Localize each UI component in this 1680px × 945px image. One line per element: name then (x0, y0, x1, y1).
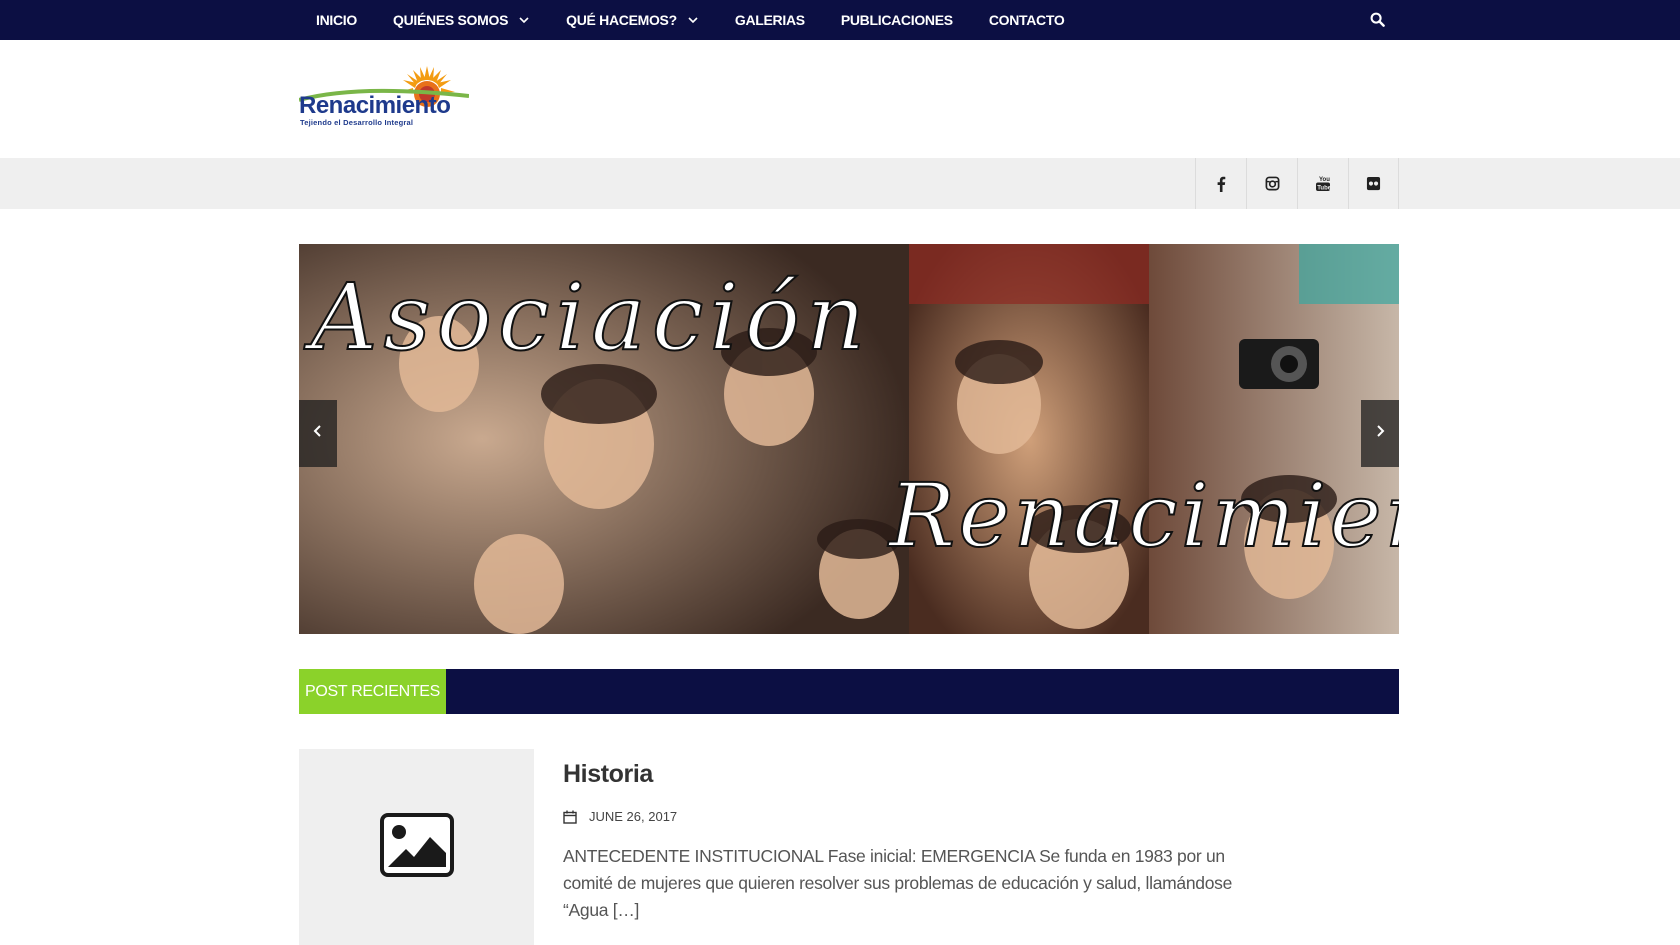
top-navigation-bar: INICIO QUIÉNES SOMOS QUÉ HACEMOS? GALERI… (0, 0, 1680, 40)
logo-text: Renacimiento (299, 92, 451, 119)
main-menu: INICIO QUIÉNES SOMOS QUÉ HACEMOS? GALERI… (299, 0, 1100, 40)
slider-title-line-2: Renacimiento (888, 463, 1399, 568)
youtube-icon[interactable]: You Tube (1297, 158, 1348, 209)
nav-item-label: CONTACTO (988, 12, 1065, 28)
nav-item-label: GALERIAS (734, 12, 805, 28)
slider-title-line-1: Asociación (310, 263, 872, 372)
post-date-text: JUNE 26, 2017 (589, 809, 678, 824)
hero-slider[interactable]: Asociación Renacimiento (299, 244, 1399, 634)
facebook-icon[interactable] (1195, 158, 1246, 209)
search-icon[interactable] (1366, 8, 1388, 30)
nav-item-label: INICIO (316, 12, 357, 28)
nav-item-publicaciones[interactable]: PUBLICACIONES (841, 12, 953, 28)
nav-item-label: QUIÉNES SOMOS (392, 12, 509, 28)
social-bar: You Tube (0, 158, 1680, 209)
recent-posts-header: POST RECIENTES (299, 669, 1399, 714)
post-date: JUNE 26, 2017 (563, 809, 677, 824)
section-title: POST RECIENTES (299, 669, 446, 714)
post-title[interactable]: Historia (563, 760, 653, 789)
logo-subtitle: Tejiendo el Desarrollo Integral (300, 118, 414, 127)
site-header: Renacimiento Tejiendo el Desarrollo Inte… (0, 40, 1680, 158)
chevron-down-icon (687, 14, 699, 26)
slider-next-button[interactable] (1361, 400, 1399, 467)
nav-item-quienes-somos[interactable]: QUIÉNES SOMOS (393, 12, 530, 28)
flickr-icon[interactable] (1348, 158, 1399, 209)
nav-item-label: PUBLICACIONES (840, 12, 953, 28)
nav-item-contacto[interactable]: CONTACTO (989, 12, 1065, 28)
site-logo[interactable]: Renacimiento Tejiendo el Desarrollo Inte… (299, 62, 469, 134)
svg-text:Tube: Tube (1317, 185, 1331, 191)
social-icons: You Tube (1195, 158, 1399, 209)
nav-item-que-hacemos[interactable]: QUÉ HACEMOS? (566, 12, 699, 28)
nav-item-inicio[interactable]: INICIO (316, 12, 357, 28)
post-thumbnail[interactable] (299, 749, 534, 945)
nav-item-label: QUÉ HACEMOS? (566, 12, 677, 28)
image-placeholder-icon (379, 812, 454, 882)
svg-text:You: You (1319, 177, 1330, 183)
slider-prev-button[interactable] (299, 400, 337, 467)
calendar-icon (563, 810, 577, 824)
chevron-right-icon (1375, 424, 1385, 443)
chevron-left-icon (313, 424, 323, 443)
instagram-icon[interactable] (1246, 158, 1297, 209)
nav-item-galerias[interactable]: GALERIAS (735, 12, 805, 28)
post-excerpt: ANTECEDENTE INSTITUCIONAL Fase inicial: … (563, 846, 1233, 920)
chevron-down-icon (518, 14, 530, 26)
